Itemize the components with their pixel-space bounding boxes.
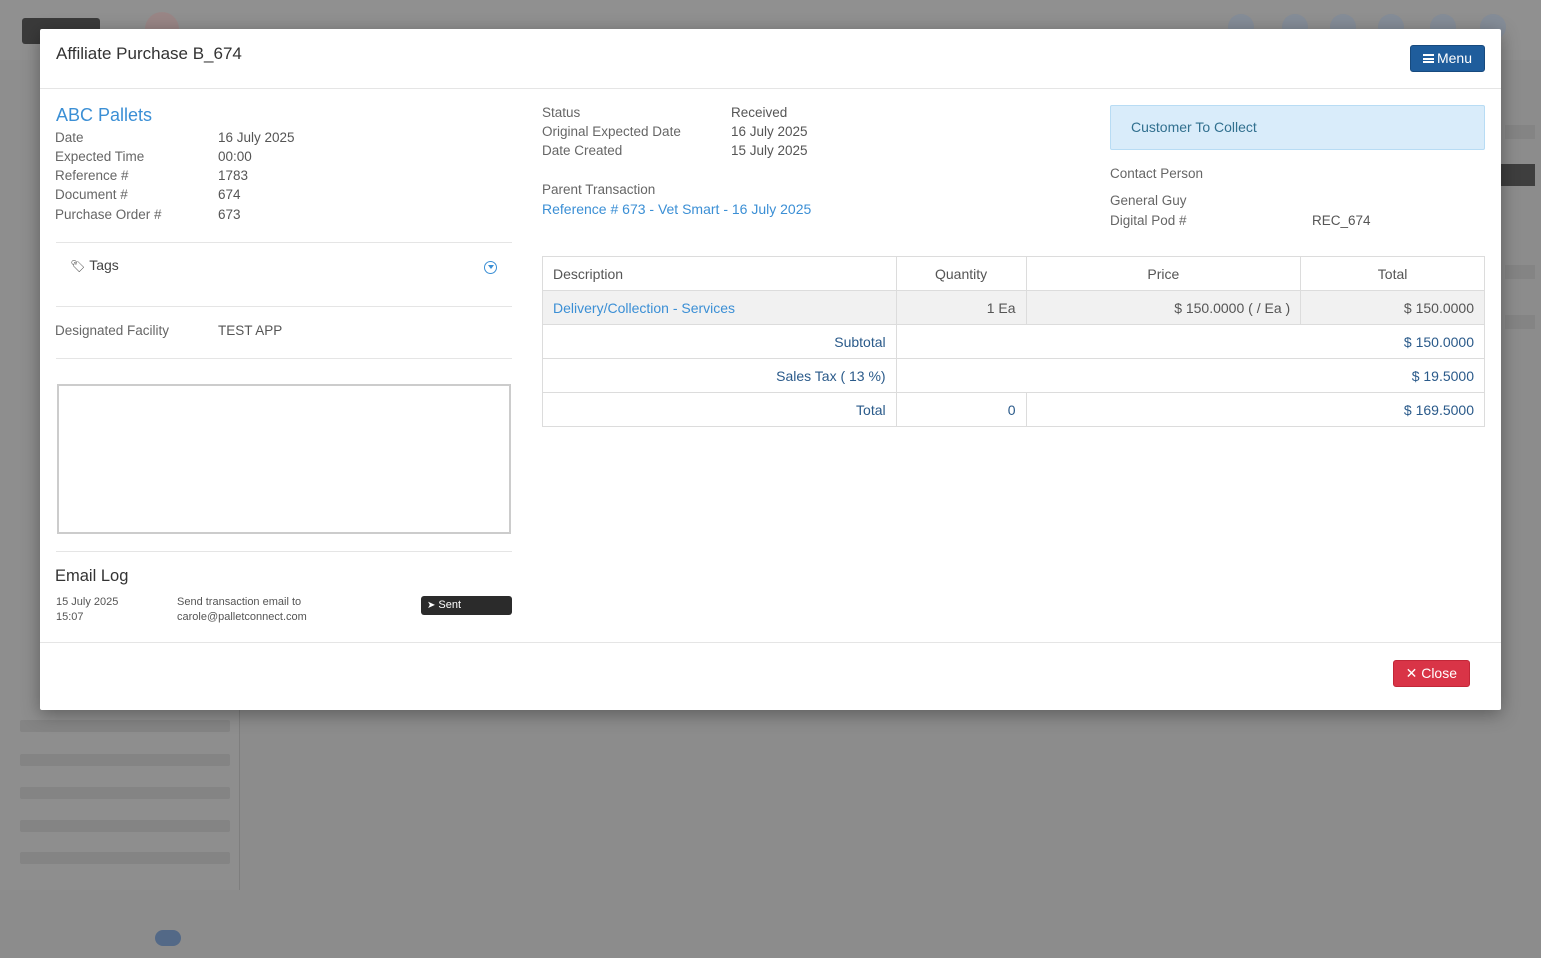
background-toggle <box>155 930 181 946</box>
background-row <box>20 754 230 766</box>
tags-header[interactable]: 🏷 Tags <box>70 257 119 273</box>
modal-footer: ✕ Close <box>40 642 1501 710</box>
background-block <box>1505 125 1535 139</box>
subtotal-row: Subtotal $ 150.0000 <box>542 324 1486 359</box>
line-items-table: Description Quantity Price Total Deliver… <box>542 256 1486 427</box>
supplier-link[interactable]: ABC Pallets <box>56 105 152 126</box>
field-value: Received <box>731 105 788 120</box>
parent-transaction-link[interactable]: Reference # 673 - Vet Smart - 16 July 20… <box>542 201 811 217</box>
collection-alert-text: Customer To Collect <box>1131 119 1257 135</box>
tax-label: Sales Tax ( 13 %) <box>542 358 897 393</box>
email-log-time: 15:07 <box>56 611 84 623</box>
close-button-label: Close <box>1421 665 1457 681</box>
field-label: Original Expected Date <box>542 124 681 139</box>
field-value: 15 July 2025 <box>731 143 808 158</box>
contact-person-value: General Guy <box>1110 193 1187 208</box>
background-block <box>1499 164 1535 186</box>
tags-label: Tags <box>89 257 119 273</box>
status-badge: ➤ Sent <box>421 596 512 615</box>
email-log-title: Email Log <box>55 567 129 585</box>
background-row <box>20 852 230 864</box>
field-label: Designated Facility <box>55 323 170 338</box>
field-value: 1783 <box>218 168 249 183</box>
tax-row: Sales Tax ( 13 %) $ 19.5000 <box>542 358 1486 393</box>
email-log-date: 15 July 2025 <box>56 596 119 608</box>
menu-button[interactable]: Menu <box>1409 45 1485 72</box>
email-log-line: Send transaction email to <box>177 596 302 608</box>
modal-title: Affiliate Purchase B_674 <box>56 44 242 63</box>
column-header-total: Total <box>1300 256 1485 291</box>
field-value: 16 July 2025 <box>218 130 295 145</box>
table-row: Delivery/Collection - Services 1 Ea $ 15… <box>542 290 1485 325</box>
field-label: Expected Time <box>55 149 145 164</box>
divider <box>56 358 512 359</box>
field-label: Purchase Order # <box>55 207 162 222</box>
background-row <box>20 820 230 832</box>
close-button[interactable]: ✕ Close <box>1392 660 1470 687</box>
column-header-price: Price <box>1025 256 1302 291</box>
subtotal-value: $ 150.0000 <box>895 324 1486 359</box>
field-label: Document # <box>55 187 128 202</box>
item-quantity: 1 Ea <box>895 290 1027 325</box>
divider <box>56 551 512 552</box>
field-value: REC_674 <box>1312 213 1371 228</box>
email-log-datetime: 15 July 2025 15:07 <box>56 595 118 625</box>
table-header-row: Description Quantity Price Total <box>542 256 1485 291</box>
transaction-modal: Affiliate Purchase B_674 Menu ABC Pallet… <box>40 29 1501 710</box>
field-label: Date Created <box>542 143 623 158</box>
field-value: 674 <box>218 187 241 202</box>
column-header-quantity: Quantity <box>895 256 1027 291</box>
menu-button-label: Menu <box>1436 50 1472 66</box>
field-value: 00:00 <box>218 149 252 164</box>
total-value: $ 169.5000 <box>1025 392 1485 427</box>
total-row: Total 0 $ 169.5000 <box>542 392 1485 427</box>
notes-textarea[interactable] <box>57 384 511 534</box>
background-row <box>20 720 230 732</box>
chevron-down-circle-icon[interactable] <box>484 261 497 274</box>
subtotal-label: Subtotal <box>542 324 897 359</box>
background-row <box>20 787 230 799</box>
divider <box>56 306 512 307</box>
total-quantity: 0 <box>895 392 1027 427</box>
field-label: Digital Pod # <box>1110 213 1187 228</box>
total-label: Total <box>542 392 897 427</box>
send-icon: ➤ <box>427 600 436 611</box>
item-price: $ 150.0000 ( / Ea ) <box>1025 290 1302 325</box>
modal-header: Affiliate Purchase B_674 Menu <box>40 29 1501 89</box>
field-value: 16 July 2025 <box>731 124 808 139</box>
field-value: TEST APP <box>218 323 283 338</box>
field-label: Status <box>542 105 581 120</box>
collection-alert: Customer To Collect <box>1110 105 1485 150</box>
field-label: Reference # <box>55 168 129 183</box>
divider <box>56 242 512 243</box>
item-description-link[interactable]: Delivery/Collection - Services <box>542 290 897 325</box>
contact-person-label: Contact Person <box>1110 166 1204 181</box>
close-icon: ✕ <box>1405 665 1422 681</box>
email-log-message: Send transaction email to carole@palletc… <box>177 595 307 625</box>
background-block <box>1505 265 1535 279</box>
background-block <box>1505 315 1535 329</box>
column-header-description: Description <box>542 256 897 291</box>
parent-transaction-label: Parent Transaction <box>542 182 656 197</box>
email-log-email: carole@palletconnect.com <box>177 611 307 623</box>
tags-icon: 🏷 <box>70 259 86 273</box>
tax-value: $ 19.5000 <box>895 358 1486 393</box>
status-badge-label: Sent <box>438 599 462 611</box>
field-value: 673 <box>218 207 241 222</box>
hamburger-icon <box>1422 54 1434 63</box>
field-label: Date <box>55 130 84 145</box>
item-total: $ 150.0000 <box>1300 290 1485 325</box>
